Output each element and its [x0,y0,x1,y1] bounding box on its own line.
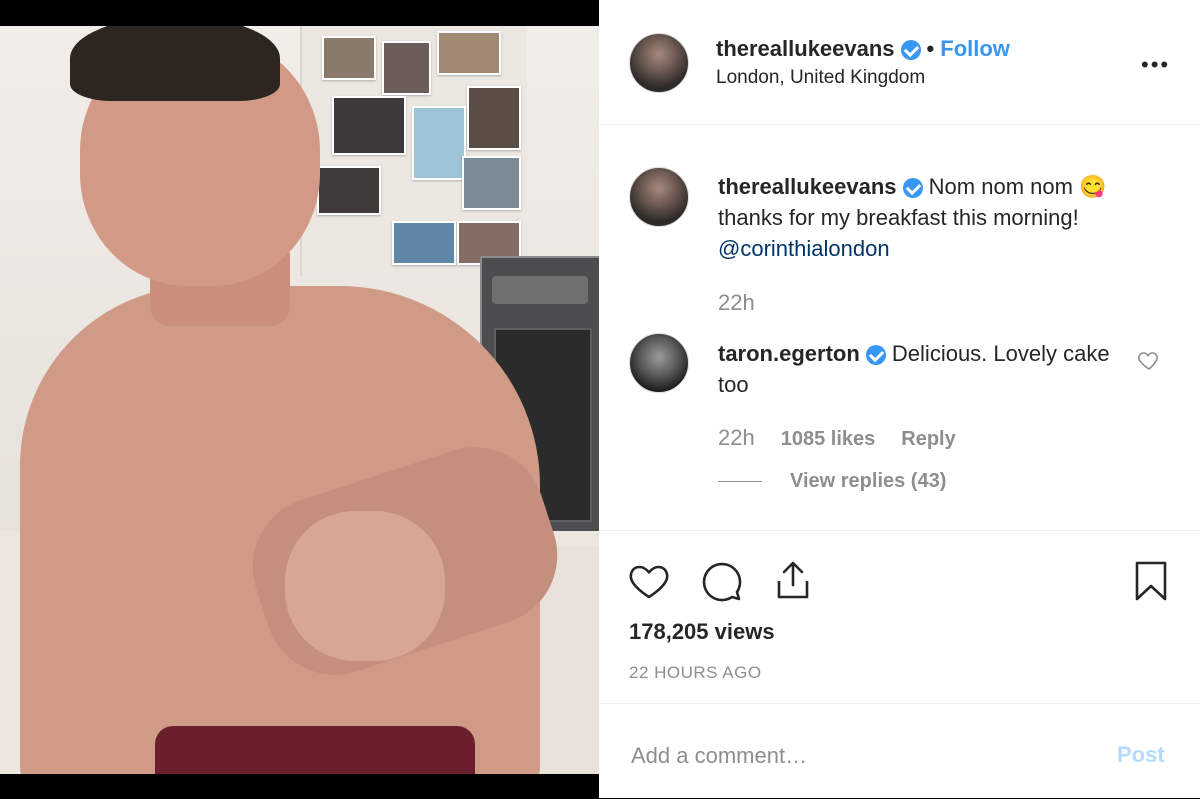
caption-text: thereallukeevans Nom nom nom 😋 thanks fo… [718,171,1158,264]
instagram-post-view: thereallukeevans • Follow London, United K… [0,0,1200,798]
verified-badge-icon [900,40,921,61]
post-media-image[interactable] [0,26,599,774]
separator-dot: • [926,36,935,61]
verified-badge-icon [865,345,886,366]
comment-likes[interactable]: 1085 likes [781,428,876,450]
share-icon[interactable] [771,559,815,603]
verified-badge-icon [902,178,923,199]
post-time-ago[interactable]: 22 HOURS AGO [629,663,762,683]
add-comment-input[interactable] [629,742,1073,770]
caption-username[interactable]: thereallukeevans [718,174,897,199]
person-hand [285,511,445,661]
comment-timestamp[interactable]: 22h [718,425,755,450]
comment-icon[interactable] [699,559,743,603]
commenter-username[interactable]: taron.egerton [718,341,860,366]
comment-text: taron.egerton Delicious. Lovely cake too [718,338,1118,400]
reply-button[interactable]: Reply [901,428,955,450]
post-side-panel: thereallukeevans • Follow London, United K… [599,0,1200,798]
replies-divider-line [718,481,762,483]
author-avatar[interactable] [629,33,689,93]
follow-button[interactable]: Follow [940,36,1010,61]
post-actions: 178,205 views 22 HOURS AGO [599,530,1200,701]
bookmark-icon[interactable] [1129,559,1173,603]
add-comment-area: Post [599,703,1200,799]
caption-timestamp[interactable]: 22h [718,290,755,316]
views-count[interactable]: 178,205 views [629,619,775,645]
commenter-avatar[interactable] [629,333,689,393]
heart-icon[interactable] [627,559,671,603]
caption-mention-link[interactable]: @corinthialondon [718,236,890,261]
post-comment-button[interactable]: Post [1117,742,1165,768]
comment-like-heart-icon[interactable] [1137,348,1161,372]
view-replies-label: View replies (43) [790,470,947,492]
view-replies-button[interactable]: View replies (43) [718,470,946,493]
post-header: thereallukeevans • Follow London, United K… [599,0,1200,125]
author-line: thereallukeevans • Follow [716,36,1010,62]
post-location[interactable]: London, United Kingdom [716,67,925,89]
caption-author-avatar[interactable] [629,167,689,227]
comment-meta: 22h 1085 likes Reply [718,425,982,451]
more-options-icon[interactable]: ••• [1141,52,1170,78]
fridge-background [300,26,527,276]
author-username[interactable]: thereallukeevans [716,36,895,61]
